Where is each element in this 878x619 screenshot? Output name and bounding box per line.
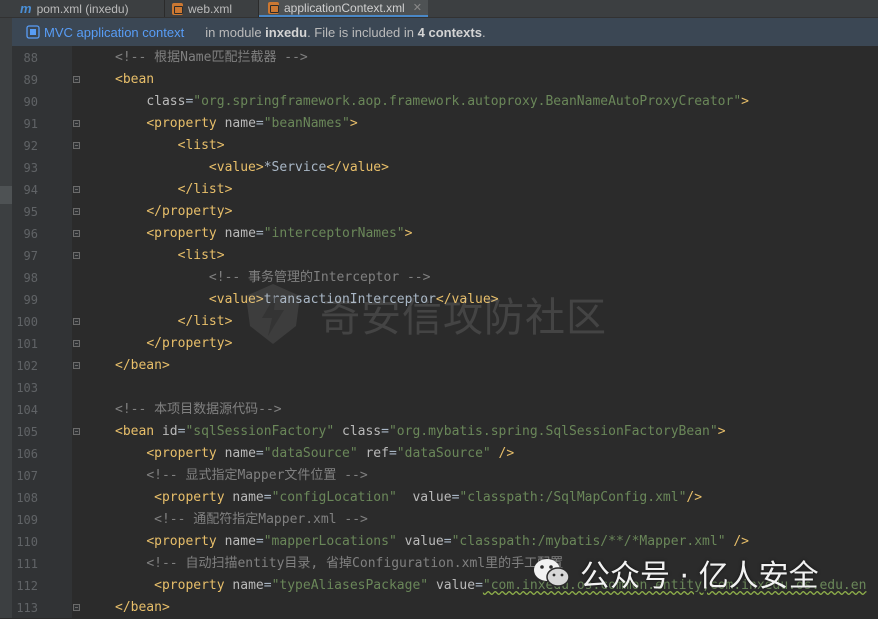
fold-icon[interactable] [73, 340, 80, 347]
line-number: 94 [23, 183, 38, 197]
line-number: 93 [23, 161, 38, 175]
code-line: 108 <property name="configLocation" valu… [12, 487, 878, 509]
code-line: 89 <bean [12, 69, 878, 91]
tab-label: pom.xml (inxedu) [36, 1, 129, 16]
line-number: 111 [16, 557, 38, 571]
line-number: 110 [16, 535, 38, 549]
line-number: 107 [16, 469, 38, 483]
watermark-bottom: 公众号 · 亿人安全 [532, 550, 819, 596]
code-line: 103 [12, 377, 878, 399]
line-number: 97 [23, 249, 38, 263]
fold-icon[interactable] [73, 318, 80, 325]
code-line: 92 <list> [12, 135, 878, 157]
fold-icon[interactable] [73, 252, 80, 259]
line-number: 104 [16, 403, 38, 417]
line-number: 101 [16, 337, 38, 351]
wechat-icon [534, 559, 570, 587]
mvc-context-link[interactable]: MVC application context [44, 25, 184, 40]
line-number: 95 [23, 205, 38, 219]
code-line: 99 <value>transactionInterceptor</value> [12, 289, 878, 311]
tab-web-xml[interactable]: web.xml [172, 0, 232, 17]
code-line: 102 </bean> [12, 355, 878, 377]
editor-tab-bar: m pom.xml (inxedu) web.xml applicationCo… [0, 0, 878, 18]
code-line: 106 <property name="dataSource" ref="dat… [12, 443, 878, 465]
line-number: 102 [16, 359, 38, 373]
fold-icon[interactable] [73, 142, 80, 149]
watermark-bottom-text: 公众号 · 亿人安全 [580, 559, 819, 594]
line-number: 103 [16, 381, 38, 395]
code-line: 93 <value>*Service</value> [12, 157, 878, 179]
line-number: 92 [23, 139, 38, 153]
code-line: 95 </property> [12, 201, 878, 223]
fold-icon[interactable] [73, 186, 80, 193]
xml-file-icon [172, 2, 183, 15]
line-number: 105 [16, 425, 38, 439]
code-line: 101 </property> [12, 333, 878, 355]
fold-icon[interactable] [73, 230, 80, 237]
line-number: 113 [16, 601, 38, 615]
line-number: 96 [23, 227, 38, 241]
line-number: 89 [23, 73, 38, 87]
fold-icon[interactable] [73, 428, 80, 435]
maven-icon: m [20, 1, 32, 16]
code-line: 94 </list> [12, 179, 878, 201]
fold-icon[interactable] [73, 120, 80, 127]
code-line: 98 <!-- 事务管理的Interceptor --> [12, 267, 878, 289]
code-line: 104 <!-- 本项目数据源代码--> [12, 399, 878, 421]
code-line: 113 </bean> [12, 597, 878, 619]
line-number: 91 [23, 117, 38, 131]
tab-label: applicationContext.xml [284, 0, 405, 15]
code-line: 105 <bean id="sqlSessionFactory" class="o… [12, 421, 878, 443]
structure-marker [0, 186, 12, 204]
line-number: 108 [16, 491, 38, 505]
line-number: 90 [23, 95, 38, 109]
close-icon[interactable]: ✕ [413, 1, 422, 14]
tab-pom-xml[interactable]: m pom.xml (inxedu) [20, 0, 129, 17]
context-notification-bar: MVC application context in module inxedu… [12, 18, 878, 46]
fold-icon[interactable] [73, 362, 80, 369]
fold-icon[interactable] [73, 604, 80, 611]
code-line: 109 <!-- 通配符指定Mapper.xml --> [12, 509, 878, 531]
code-line: 107 <!-- 显式指定Mapper文件位置 --> [12, 465, 878, 487]
code-line: 91 <property name="beanNames"> [12, 113, 878, 135]
line-number: 88 [23, 51, 38, 65]
line-number: 109 [16, 513, 38, 527]
notice-text: in module inxedu. File is included in 4 … [205, 24, 486, 40]
line-number: 99 [23, 293, 38, 307]
code-line: 96 <property name="interceptorNames"> [12, 223, 878, 245]
code-line: 90 class="org.springframework.aop.framew… [12, 91, 878, 113]
code-editor[interactable]: 88 <!-- 根据Name匹配拦截器 --> 89 <bean 90 class=… [12, 47, 878, 619]
line-number: 100 [16, 315, 38, 329]
tab-application-context-xml[interactable]: applicationContext.xml ✕ [259, 0, 428, 17]
code-line: 88 <!-- 根据Name匹配拦截器 --> [12, 47, 878, 69]
tab-label: web.xml [188, 1, 233, 16]
line-number: 98 [23, 271, 38, 285]
spring-context-icon [26, 25, 40, 39]
left-tool-strip [0, 18, 12, 618]
line-number: 112 [16, 579, 38, 593]
xml-file-icon [268, 1, 279, 14]
fold-icon[interactable] [73, 208, 80, 215]
fold-icon[interactable] [73, 76, 80, 83]
line-number: 106 [16, 447, 38, 461]
code-line: 97 <list> [12, 245, 878, 267]
code-line: 100 </list> [12, 311, 878, 333]
